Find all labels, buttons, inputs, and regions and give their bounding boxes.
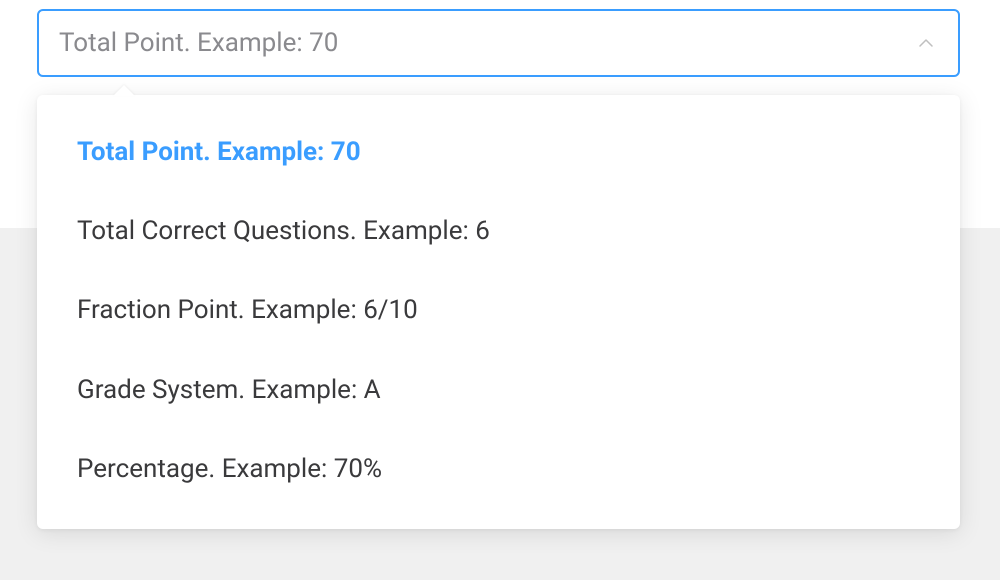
select-dropdown: Total Point. Example: 70 Total Correct Q… (37, 95, 960, 529)
option-total-correct-questions[interactable]: Total Correct Questions. Example: 6 (37, 192, 960, 271)
select-value: Total Point. Example: 70 (59, 28, 914, 58)
option-percentage[interactable]: Percentage. Example: 70% (37, 430, 960, 499)
option-label: Grade System. Example: A (77, 375, 381, 405)
option-fraction-point[interactable]: Fraction Point. Example: 6/10 (37, 271, 960, 350)
option-total-point[interactable]: Total Point. Example: 70 (37, 123, 960, 192)
option-label: Percentage. Example: 70% (77, 454, 382, 484)
chevron-up-icon (914, 31, 938, 55)
select-container: Total Point. Example: 70 Total Point. Ex… (37, 9, 960, 77)
option-label: Fraction Point. Example: 6/10 (77, 295, 418, 325)
option-label: Total Correct Questions. Example: 6 (77, 216, 490, 246)
grading-type-select[interactable]: Total Point. Example: 70 (37, 9, 960, 77)
option-label: Total Point. Example: 70 (77, 137, 361, 167)
option-grade-system[interactable]: Grade System. Example: A (37, 351, 960, 430)
